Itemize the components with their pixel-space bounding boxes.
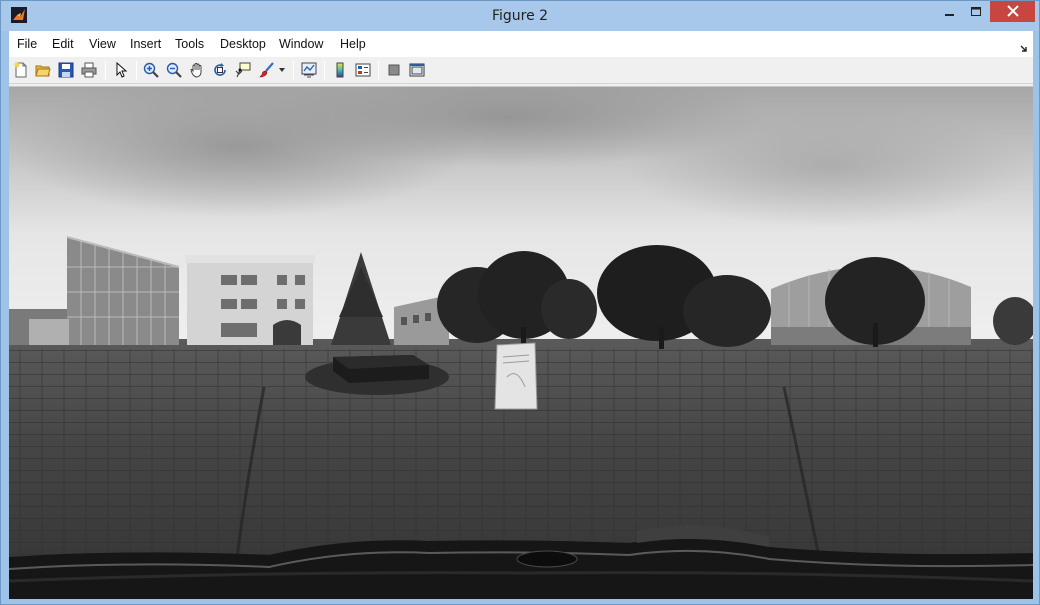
zoom-in-icon[interactable]	[141, 60, 161, 80]
maximize-button[interactable]	[963, 1, 989, 22]
edit-plot-icon[interactable]	[111, 60, 131, 80]
minimize-button[interactable]	[937, 1, 963, 22]
menu-tools[interactable]: Tools	[173, 31, 206, 57]
window-title: Figure 2	[491, 8, 549, 24]
toolbar-separator	[136, 61, 137, 80]
menu-insert[interactable]: Insert	[128, 31, 163, 57]
save-figure-icon[interactable]	[56, 60, 76, 80]
minimize-icon	[945, 2, 955, 21]
toolbar-separator	[324, 61, 325, 80]
data-cursor-icon[interactable]	[233, 60, 253, 80]
toolbar-separator	[293, 61, 294, 80]
figure-client-area: File Edit View Insert Tools Desktop Wind…	[9, 31, 1033, 599]
zoom-out-icon[interactable]	[164, 60, 184, 80]
menu-edit[interactable]: Edit	[50, 31, 76, 57]
figure-window: Figure 2 File Edit View Insert Tools Des…	[0, 0, 1040, 605]
open-file-icon[interactable]	[33, 60, 53, 80]
new-figure-icon[interactable]	[11, 60, 31, 80]
menu-window[interactable]: Window	[277, 31, 325, 57]
toolbar-separator	[105, 61, 106, 80]
insert-legend-icon[interactable]	[353, 60, 373, 80]
link-plot-icon[interactable]	[299, 60, 319, 80]
menu-bar: File Edit View Insert Tools Desktop Wind…	[9, 31, 1033, 57]
close-button[interactable]	[990, 1, 1035, 22]
panorama-image	[9, 87, 1033, 599]
pan-icon[interactable]	[187, 60, 207, 80]
print-figure-icon[interactable]	[79, 60, 99, 80]
menu-help[interactable]: Help	[338, 31, 368, 57]
brush-icon[interactable]	[257, 60, 277, 80]
rotate-3d-icon[interactable]	[210, 60, 230, 80]
toolbar-separator	[378, 61, 379, 80]
menu-desktop[interactable]: Desktop	[218, 31, 268, 57]
close-icon	[1006, 2, 1019, 21]
hide-plot-tools-icon[interactable]	[384, 60, 404, 80]
menu-view[interactable]: View	[87, 31, 118, 57]
menu-file[interactable]: File	[15, 31, 39, 57]
figure-toolbar	[9, 57, 1033, 84]
insert-colorbar-icon[interactable]	[330, 60, 350, 80]
maximize-icon	[970, 2, 982, 21]
show-plot-tools-icon[interactable]	[407, 60, 427, 80]
figure-canvas[interactable]	[9, 86, 1033, 599]
brush-dropdown-icon[interactable]	[277, 60, 287, 80]
title-bar[interactable]: Figure 2	[1, 1, 1039, 31]
dock-arrow-icon[interactable]	[1019, 39, 1029, 52]
